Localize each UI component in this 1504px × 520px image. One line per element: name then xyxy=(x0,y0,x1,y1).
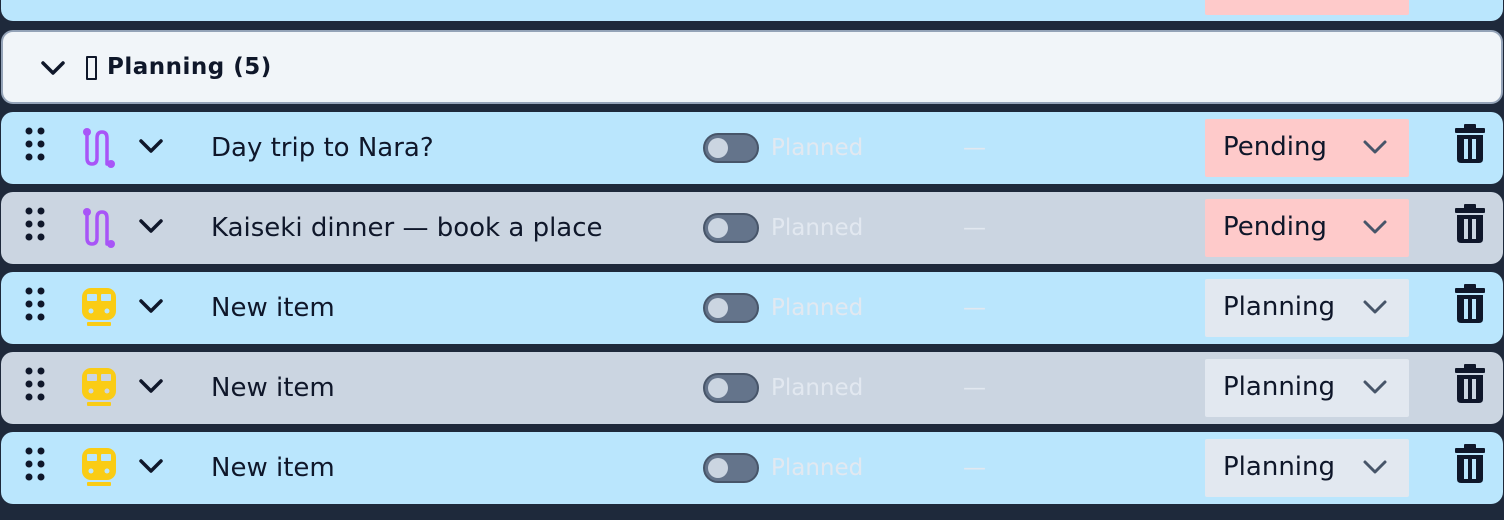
chevron-down-icon[interactable] xyxy=(39,56,67,80)
chevron-down-icon[interactable] xyxy=(137,374,165,398)
item-time: — xyxy=(963,455,986,481)
item-time: — xyxy=(963,375,986,401)
trash-icon[interactable] xyxy=(1453,124,1487,164)
missing-glyph-icon xyxy=(86,56,97,80)
chevron-down-icon[interactable] xyxy=(137,134,165,158)
trash-icon[interactable] xyxy=(1453,444,1487,484)
status-select[interactable]: Pending xyxy=(1205,119,1409,177)
drag-handle-icon[interactable] xyxy=(23,206,47,242)
status-select[interactable] xyxy=(1205,0,1409,15)
drag-handle-icon[interactable] xyxy=(23,366,47,402)
train-icon xyxy=(82,368,116,406)
drag-handle-icon[interactable] xyxy=(23,126,47,162)
toggle-knob xyxy=(708,138,728,158)
status-value: Planning xyxy=(1223,452,1335,482)
trash-icon[interactable] xyxy=(1453,284,1487,324)
chevron-down-icon[interactable] xyxy=(137,454,165,478)
toggle-knob xyxy=(708,378,728,398)
chevron-down-icon xyxy=(1363,140,1387,154)
status-select[interactable]: Planning xyxy=(1205,359,1409,417)
toggle-knob xyxy=(708,458,728,478)
item-time: — xyxy=(963,135,986,161)
item-row-partial xyxy=(1,0,1503,21)
group-header-planning[interactable]: Planning (5) xyxy=(1,30,1503,104)
trash-icon[interactable] xyxy=(1453,364,1487,404)
toggle-label: Planned xyxy=(771,215,864,241)
status-select[interactable]: Planning xyxy=(1205,439,1409,497)
planned-toggle[interactable] xyxy=(703,373,759,403)
toggle-knob xyxy=(708,298,728,318)
toggle-label: Planned xyxy=(771,135,864,161)
toggle-knob xyxy=(708,218,728,238)
train-icon xyxy=(82,448,116,486)
drag-handle-icon[interactable] xyxy=(23,286,47,322)
chevron-down-icon xyxy=(1363,300,1387,314)
route-icon xyxy=(83,128,115,168)
chevron-down-icon xyxy=(1363,380,1387,394)
status-value: Pending xyxy=(1223,132,1327,162)
item-row: New item Planned — Planning xyxy=(1,272,1503,344)
item-time: — xyxy=(963,215,986,241)
drag-handle-icon[interactable] xyxy=(23,446,47,482)
item-time: — xyxy=(963,295,986,321)
status-value: Pending xyxy=(1223,212,1327,242)
item-title[interactable]: New item xyxy=(211,372,335,404)
item-title[interactable]: New item xyxy=(211,452,335,484)
planned-toggle[interactable] xyxy=(703,213,759,243)
item-row: New item Planned — Planning xyxy=(1,432,1503,504)
item-row: New item Planned — Planning xyxy=(1,352,1503,424)
item-row: Kaiseki dinner — book a place Planned — … xyxy=(1,192,1503,264)
status-value: Planning xyxy=(1223,372,1335,402)
planned-toggle[interactable] xyxy=(703,133,759,163)
item-title[interactable]: New item xyxy=(211,292,335,324)
planned-toggle[interactable] xyxy=(703,293,759,323)
toggle-label: Planned xyxy=(771,295,864,321)
item-title[interactable]: Kaiseki dinner — book a place xyxy=(211,212,603,244)
status-value: Planning xyxy=(1223,292,1335,322)
chevron-down-icon[interactable] xyxy=(137,214,165,238)
chevron-down-icon[interactable] xyxy=(137,294,165,318)
planned-toggle[interactable] xyxy=(703,453,759,483)
status-select[interactable]: Planning xyxy=(1205,279,1409,337)
status-select[interactable]: Pending xyxy=(1205,199,1409,257)
toggle-label: Planned xyxy=(771,375,864,401)
route-icon xyxy=(83,208,115,248)
group-title: Planning (5) xyxy=(107,54,272,80)
item-title[interactable]: Day trip to Nara? xyxy=(211,132,434,164)
train-icon xyxy=(82,288,116,326)
chevron-down-icon xyxy=(1363,460,1387,474)
toggle-label: Planned xyxy=(771,455,864,481)
trash-icon[interactable] xyxy=(1453,204,1487,244)
item-row: Day trip to Nara? Planned — Pending xyxy=(1,112,1503,184)
chevron-down-icon xyxy=(1363,220,1387,234)
